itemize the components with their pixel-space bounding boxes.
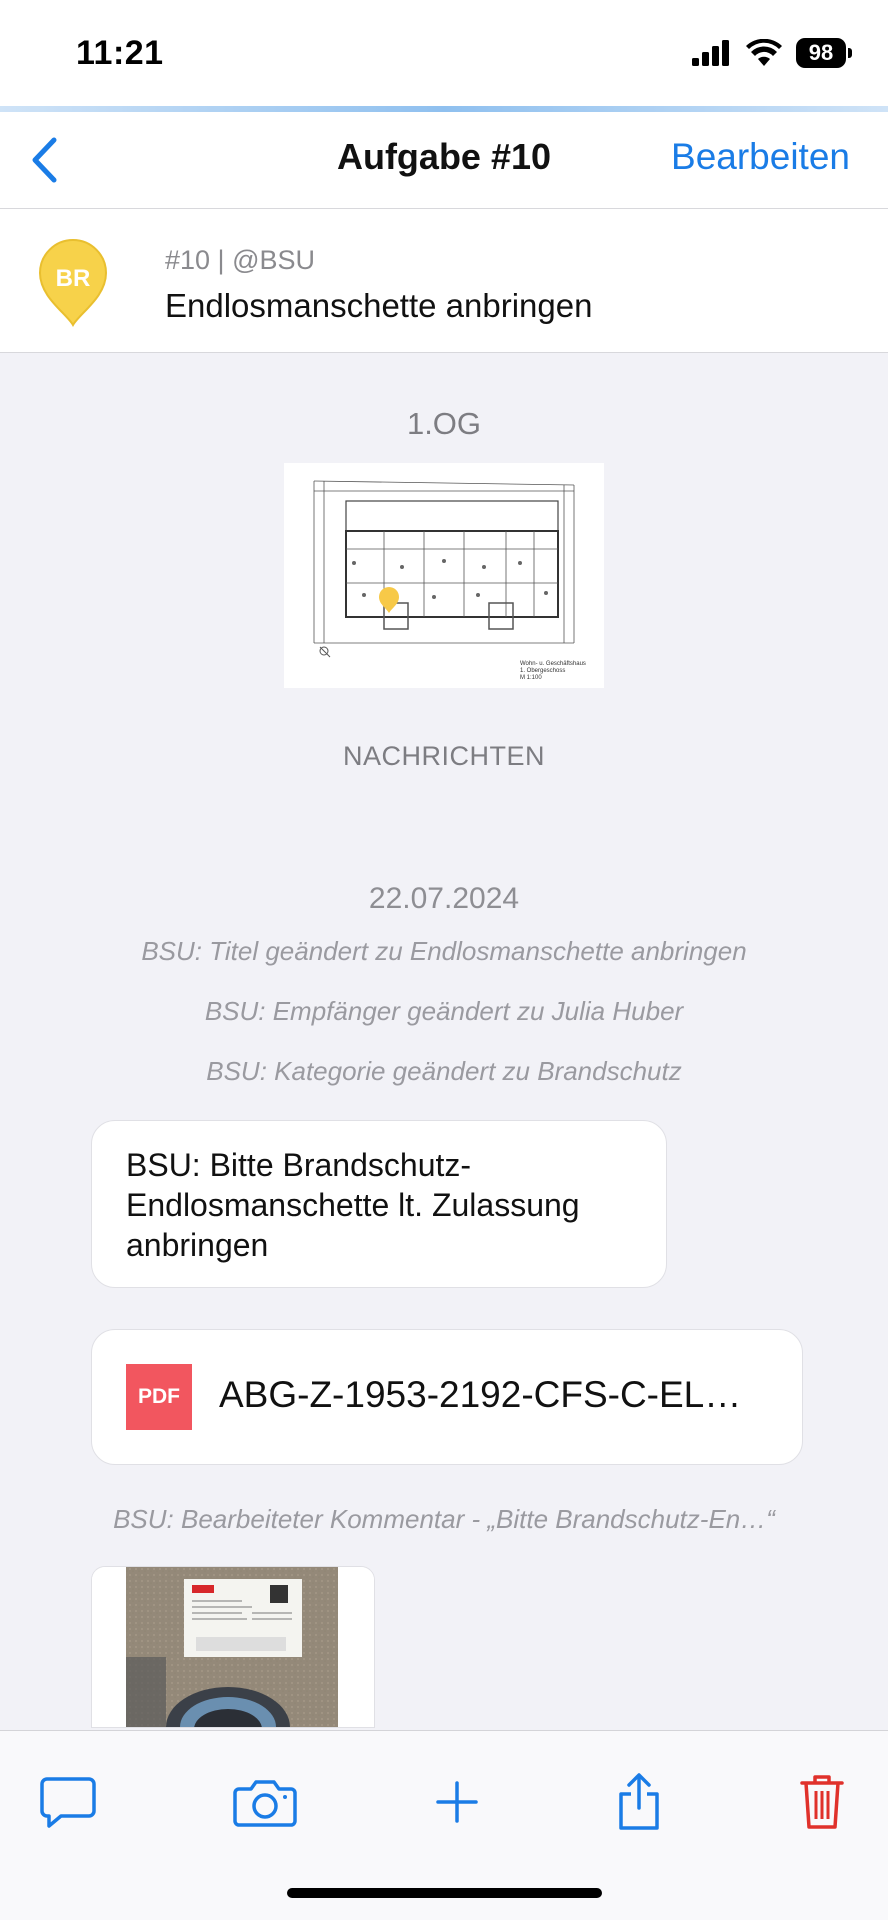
status-icons: 98 — [692, 38, 852, 68]
comment-icon — [40, 1777, 96, 1828]
event-message: BSU: Titel geändert zu Endlosmanschette … — [141, 936, 747, 966]
share-button[interactable] — [604, 1767, 674, 1837]
messages-section-title: NACHRICHTEN — [342, 741, 545, 771]
plan-caption-line-3: M 1:100 — [520, 675, 542, 681]
cellular-signal-icon — [692, 40, 729, 66]
task-header: BR #10 | @BSU Endlosmanschette anbringen — [0, 209, 888, 353]
status-bar: 11:21 98 — [0, 0, 888, 108]
back-button[interactable] — [14, 130, 74, 190]
task-meta: #10 | @BSU — [165, 245, 315, 275]
message-date: 22.07.2024 — [368, 882, 520, 915]
comment-line: Endlosmanschette lt. Zulassung — [126, 1187, 580, 1223]
edit-button[interactable]: Bearbeiten — [671, 136, 850, 178]
floor-plan-drawing: Wohn- u. Geschäftshaus 1. Obergeschoss M… — [284, 463, 604, 688]
comment-line: BSU: Bitte Brandschutz- — [126, 1147, 472, 1183]
photo-thumbnail — [92, 1567, 374, 1727]
attachment-filename: ABG-Z-1953-2192-CFS-C-EL… — [219, 1374, 742, 1415]
screen: 11:21 98 Aufgabe #10 Bearbeiten BR #10 |… — [0, 0, 888, 1920]
pdf-attachment[interactable]: PDF ABG-Z-1953-2192-CFS-C-EL… — [91, 1329, 803, 1465]
pdf-file-icon: PDF — [126, 1364, 192, 1430]
comment-line: anbringen — [126, 1227, 269, 1263]
battery-icon: 98 — [796, 38, 852, 68]
camera-icon — [233, 1780, 297, 1827]
photo-attachment[interactable] — [91, 1566, 375, 1728]
event-message: BSU: Kategorie geändert zu Brandschutz — [206, 1056, 682, 1086]
navigation-bar: Aufgabe #10 Bearbeiten — [0, 112, 888, 209]
plan-caption-line-1: Wohn- u. Geschäftshaus — [520, 661, 586, 667]
plan-caption-line-2: 1. Obergeschoss — [520, 668, 565, 674]
add-button[interactable] — [422, 1767, 492, 1837]
chevron-left-icon — [32, 137, 57, 183]
event-message: BSU: Empfänger geändert zu Julia Huber — [204, 996, 684, 1026]
home-indicator — [287, 1888, 602, 1898]
floor-label: 1.OG — [406, 406, 482, 441]
edited-comment-note: BSU: Bearbeiteter Kommentar - „Bitte Bra… — [113, 1504, 775, 1534]
comment-bubble[interactable]: BSU: Bitte Brandschutz- Endlosmanschette… — [91, 1120, 667, 1288]
status-time: 11:21 — [76, 34, 164, 72]
camera-button[interactable] — [230, 1767, 300, 1837]
delete-button[interactable] — [787, 1767, 857, 1837]
comment-text: BSU: Bitte Brandschutz- Endlosmanschette… — [126, 1145, 636, 1265]
trash-icon — [800, 1775, 844, 1829]
pin-initials: BR — [55, 265, 91, 292]
comment-button[interactable] — [33, 1767, 103, 1837]
task-title: Endlosmanschette anbringen — [165, 287, 593, 324]
wifi-icon — [746, 39, 782, 66]
floor-plan-thumbnail[interactable]: Wohn- u. Geschäftshaus 1. Obergeschoss M… — [284, 463, 604, 688]
plus-icon — [436, 1781, 478, 1823]
share-icon — [619, 1773, 659, 1830]
